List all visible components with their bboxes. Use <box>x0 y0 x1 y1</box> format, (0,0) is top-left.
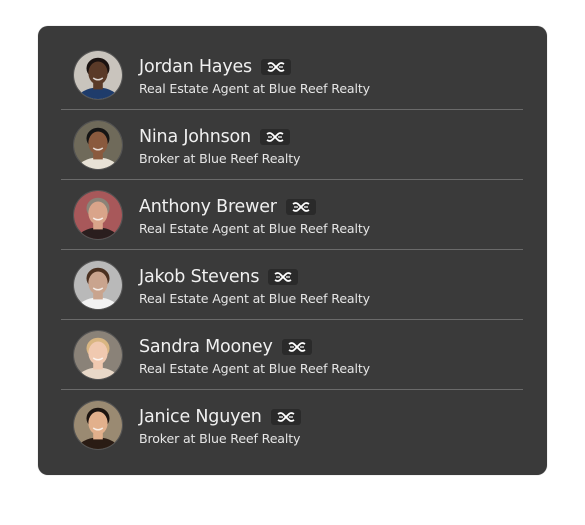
agent-list-item[interactable]: Janice Nguyen Broker at Blue Reef Realty <box>61 390 523 460</box>
agent-info: Nina Johnson Broker at Blue Reef Realty <box>139 125 301 167</box>
agent-list-item[interactable]: Jordan Hayes Real Estate Agent at Blue R… <box>61 40 523 110</box>
agent-list: Jordan Hayes Real Estate Agent at Blue R… <box>61 40 523 460</box>
brokerage-logo-icon <box>274 271 292 282</box>
agent-title: Broker at Blue Reef Realty <box>139 431 301 446</box>
brokerage-badge <box>268 268 299 285</box>
agent-info: Sandra Mooney Real Estate Agent at Blue … <box>139 335 370 377</box>
brokerage-badge <box>259 128 290 145</box>
agent-list-card: Jordan Hayes Real Estate Agent at Blue R… <box>38 26 547 475</box>
agent-name[interactable]: Anthony Brewer <box>139 197 277 217</box>
agent-info: Janice Nguyen Broker at Blue Reef Realty <box>139 405 301 446</box>
agent-list-item[interactable]: Sandra Mooney Real Estate Agent at Blue … <box>61 320 523 390</box>
agent-list-item[interactable]: Anthony Brewer Real Estate Agent at Blue… <box>61 180 523 250</box>
agent-avatar[interactable] <box>73 190 123 240</box>
agent-list-item[interactable]: Jakob Stevens Real Estate Agent at Blue … <box>61 250 523 320</box>
agent-name[interactable]: Sandra Mooney <box>139 337 273 357</box>
agent-avatar[interactable] <box>73 120 123 170</box>
brokerage-badge <box>260 58 291 75</box>
agent-avatar[interactable] <box>73 330 123 380</box>
agent-list-item[interactable]: Nina Johnson Broker at Blue Reef Realty <box>61 110 523 180</box>
brokerage-logo-icon <box>266 131 284 142</box>
agent-title: Real Estate Agent at Blue Reef Realty <box>139 221 370 236</box>
agent-title: Broker at Blue Reef Realty <box>139 151 301 166</box>
avatar-photo <box>74 191 122 239</box>
avatar-photo <box>74 331 122 379</box>
agent-avatar[interactable] <box>73 400 123 450</box>
avatar-photo <box>74 121 122 169</box>
agent-info: Jordan Hayes Real Estate Agent at Blue R… <box>139 55 370 97</box>
brokerage-badge <box>281 338 312 355</box>
agent-avatar[interactable] <box>73 50 123 100</box>
agent-name[interactable]: Nina Johnson <box>139 127 251 147</box>
agent-info: Jakob Stevens Real Estate Agent at Blue … <box>139 265 370 307</box>
brokerage-badge <box>270 408 301 425</box>
brokerage-badge <box>285 198 316 215</box>
agent-title: Real Estate Agent at Blue Reef Realty <box>139 81 370 96</box>
agent-title: Real Estate Agent at Blue Reef Realty <box>139 291 370 306</box>
agent-name[interactable]: Jakob Stevens <box>139 267 259 287</box>
agent-avatar[interactable] <box>73 260 123 310</box>
agent-name[interactable]: Janice Nguyen <box>139 407 262 427</box>
agent-info: Anthony Brewer Real Estate Agent at Blue… <box>139 195 370 237</box>
agent-title: Real Estate Agent at Blue Reef Realty <box>139 361 370 376</box>
avatar-photo <box>74 51 122 99</box>
brokerage-logo-icon <box>277 411 295 422</box>
brokerage-logo-icon <box>288 341 306 352</box>
brokerage-logo-icon <box>267 61 285 72</box>
avatar-photo <box>74 401 122 449</box>
avatar-photo <box>74 261 122 309</box>
agent-name[interactable]: Jordan Hayes <box>139 57 252 77</box>
brokerage-logo-icon <box>292 201 310 212</box>
